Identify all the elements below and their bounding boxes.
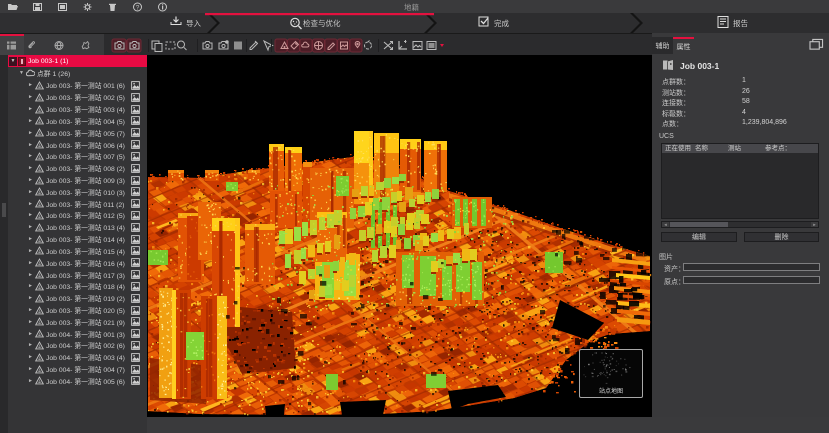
svg-text:报告: 报告 [733,18,748,28]
svg-text:完成: 完成 [494,18,509,28]
svg-text:导入: 导入 [186,19,201,28]
svg-text:?: ? [136,4,140,11]
svg-text:检查与优化: 检查与优化 [303,18,341,28]
